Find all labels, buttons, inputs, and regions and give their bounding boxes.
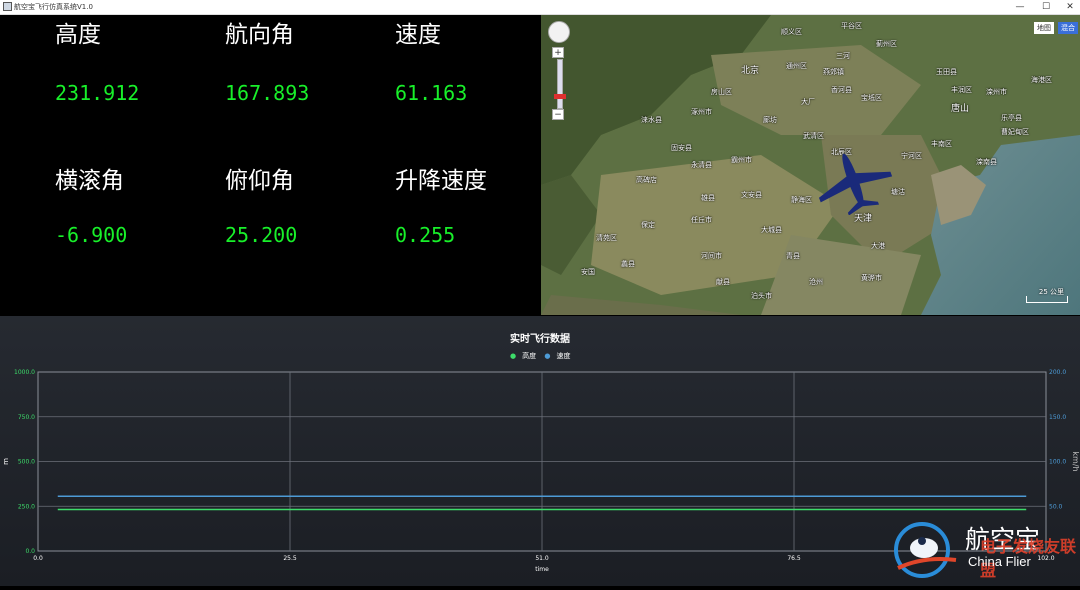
roll-label: 横滚角: [55, 168, 124, 194]
aircraft-icon: [819, 153, 893, 215]
y-right-tick-label: 150.0: [1049, 414, 1066, 421]
window-titlebar: 航空宝飞行仿真系统V1.0 — ☐ ✕: [0, 0, 1080, 15]
y-left-tick-label: 1000.0: [14, 369, 35, 376]
city-label: 青县: [786, 252, 800, 260]
city-label: 文安县: [741, 191, 762, 199]
city-label: 涿州市: [691, 108, 712, 116]
y-left-axis-label: m: [2, 458, 10, 465]
city-label: 安国: [581, 268, 595, 276]
city-label: 河间市: [701, 252, 722, 260]
city-label: 燕郊镇: [823, 68, 844, 76]
city-label: 武清区: [803, 132, 824, 140]
city-label: 蓟州区: [876, 40, 897, 48]
y-left-tick-label: 750.0: [18, 414, 35, 421]
city-label: 献县: [716, 278, 730, 286]
city-label: 永清县: [691, 161, 712, 169]
city-label: 大厂: [801, 98, 815, 106]
roll-value: -6.900: [55, 223, 128, 247]
city-label: 曹妃甸区: [1001, 128, 1029, 136]
city-label: 任丘市: [691, 216, 712, 224]
city-label: 平谷区: [841, 22, 862, 30]
zoom-in-button[interactable]: +: [552, 47, 564, 58]
pan-control[interactable]: [548, 21, 570, 43]
vspeed-label: 升降速度: [395, 168, 487, 194]
city-label: 廊坊: [763, 116, 777, 124]
watermark-site: China Flier: [968, 554, 1031, 569]
city-label: 丰南区: [931, 140, 952, 148]
city-label: 泊头市: [751, 292, 772, 300]
scale-bar: [1026, 296, 1068, 303]
speed-value: 61.163: [395, 81, 468, 105]
x-axis-label: time: [535, 566, 549, 573]
y-left-tick-label: 500.0: [18, 459, 35, 466]
city-label: 丰润区: [951, 86, 972, 94]
y-left-tick-label: 250.0: [18, 503, 35, 510]
heading-value: 167.893: [225, 81, 310, 105]
y-left-tick-label: 0.0: [25, 548, 35, 555]
city-label: 北京: [741, 66, 760, 76]
vspeed-value: 0.255: [395, 223, 456, 247]
city-label: 大城县: [761, 226, 782, 234]
city-label: 通州区: [786, 62, 807, 70]
city-label: 唐山: [951, 104, 970, 114]
watermark: 航空宝 电子发烧友联盟 China Flier: [880, 516, 1080, 586]
city-label: 高碑店: [636, 176, 657, 184]
city-label: 房山区: [711, 88, 732, 96]
city-label: 三河: [836, 52, 850, 60]
speed-label: 速度: [395, 22, 441, 48]
zoom-slider-thumb[interactable]: [554, 94, 566, 99]
city-label: 滦南县: [976, 158, 997, 166]
x-tick-label: 76.5: [787, 555, 801, 562]
city-label: 大港: [871, 242, 885, 250]
city-label: 塘沽: [891, 188, 905, 196]
city-label: 黄骅市: [861, 274, 882, 282]
city-label: 雄县: [701, 194, 715, 202]
map-type-hybrid-button[interactable]: 混合: [1058, 22, 1078, 34]
zoom-out-button[interactable]: −: [552, 109, 564, 120]
x-tick-label: 25.5: [283, 555, 297, 562]
y-right-tick-label: 50.0: [1049, 503, 1063, 510]
altitude-value: 231.912: [55, 81, 140, 105]
heading-label: 航向角: [225, 22, 294, 48]
city-label: 海港区: [1031, 76, 1052, 84]
zoom-slider[interactable]: [554, 59, 566, 109]
map-type-map-button[interactable]: 地图: [1034, 22, 1054, 34]
close-button[interactable]: ✕: [1058, 0, 1080, 14]
city-label: 清苑区: [596, 234, 617, 242]
city-label: 乐亭县: [1001, 114, 1022, 122]
city-label: 香河县: [831, 86, 852, 94]
maximize-button[interactable]: ☐: [1034, 0, 1058, 14]
pitch-label: 俯仰角: [225, 168, 294, 194]
city-label: 涞水县: [641, 116, 662, 124]
city-label: 沧州: [809, 278, 823, 286]
city-label: 固安县: [671, 144, 692, 152]
x-tick-label: 0.0: [33, 555, 43, 562]
y-right-axis-label: km/h: [1071, 451, 1080, 471]
city-label: 滦州市: [986, 88, 1007, 96]
minimize-button[interactable]: —: [1008, 0, 1032, 14]
city-label: 静海区: [791, 196, 812, 204]
telemetry-panel: 高度 231.912 航向角 167.893 速度 61.163 横滚角 -6.…: [0, 15, 541, 315]
pitch-value: 25.200: [225, 223, 298, 247]
city-label: 蠡县: [621, 260, 635, 268]
x-tick-label: 51.0: [535, 555, 549, 562]
y-right-tick-label: 200.0: [1049, 369, 1066, 376]
city-label: 保定: [641, 221, 655, 229]
map-terrain: [541, 15, 1080, 315]
y-right-tick-label: 100.0: [1049, 459, 1066, 466]
window-title: 航空宝飞行仿真系统V1.0: [14, 3, 93, 11]
city-label: 顺义区: [781, 28, 802, 36]
app-icon: [3, 2, 12, 11]
city-label: 宁河区: [901, 152, 922, 160]
satellite-map[interactable]: 平谷区 顺义区 三河 蓟州区 北京 通州区 燕郊镇 香河县 玉田县 丰润区 唐山…: [541, 15, 1080, 315]
city-label: 玉田县: [936, 68, 957, 76]
altitude-label: 高度: [55, 22, 101, 48]
city-label: 霸州市: [731, 156, 752, 164]
city-label: 宝坻区: [861, 94, 882, 102]
